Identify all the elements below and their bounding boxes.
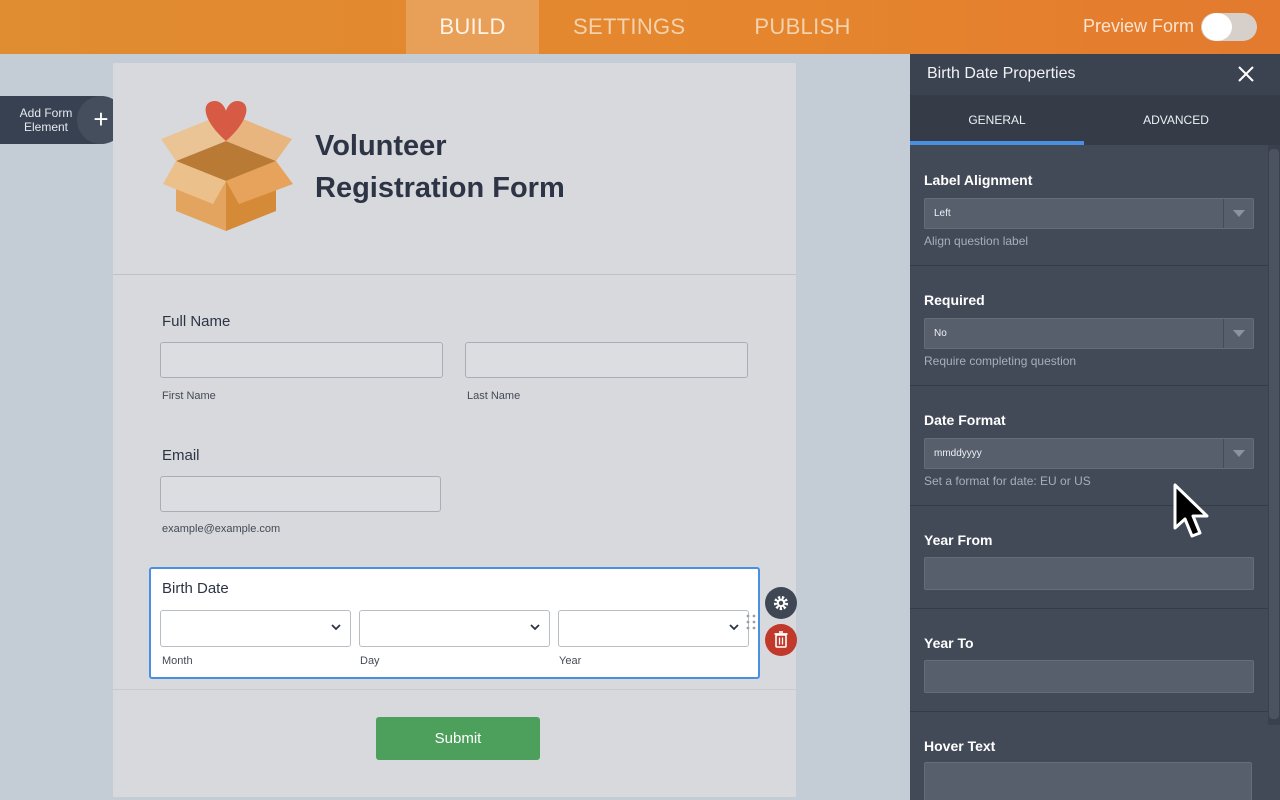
gear-icon — [773, 595, 789, 611]
form-title[interactable]: Volunteer Registration Form — [315, 125, 615, 209]
birth-date-field[interactable]: Birth Date Month Day Year — [149, 567, 760, 679]
delete-field-button[interactable] — [765, 624, 797, 656]
full-name-label: Full Name — [162, 313, 231, 330]
hover-text-label: Hover Text — [924, 738, 996, 754]
label-alignment-label: Label Alignment — [924, 172, 1033, 188]
first-name-input[interactable] — [160, 342, 443, 378]
year-to-section: Year To — [910, 609, 1268, 712]
form-canvas: Volunteer Registration Form Full Name Fi… — [113, 63, 797, 797]
panel-tabs: GENERAL ADVANCED — [910, 95, 1280, 145]
top-nav: BUILD SETTINGS PUBLISH — [406, 0, 851, 54]
email-input[interactable] — [160, 476, 441, 512]
hover-text-section: Hover Text — [910, 712, 1268, 800]
chevron-down-icon — [530, 624, 540, 631]
dropdown-arrow — [1223, 199, 1253, 228]
email-sublabel: example@example.com — [162, 523, 281, 535]
panel-header: Birth Date Properties — [910, 54, 1280, 95]
tab-publish[interactable]: PUBLISH — [754, 0, 850, 54]
year-from-label: Year From — [924, 532, 993, 548]
caret-down-icon — [1233, 210, 1245, 217]
dropdown-arrow — [1223, 319, 1253, 348]
top-bar: BUILD SETTINGS PUBLISH Preview Form — [0, 0, 1280, 54]
label-alignment-section: Label Alignment Left Align question labe… — [910, 145, 1268, 266]
year-to-label: Year To — [924, 635, 974, 651]
drag-handle-icon[interactable] — [745, 613, 757, 635]
last-name-input[interactable] — [465, 342, 748, 378]
date-format-label: Date Format — [924, 412, 1006, 428]
preview-form-label: Preview Form — [1083, 16, 1195, 36]
label-alignment-value: Left — [934, 208, 951, 219]
year-from-input[interactable] — [924, 557, 1254, 590]
trash-icon — [774, 631, 788, 648]
birth-date-label: Birth Date — [162, 580, 229, 597]
tab-settings[interactable]: SETTINGS — [573, 0, 685, 54]
caret-down-icon — [1233, 450, 1245, 457]
submit-button[interactable]: Submit — [376, 717, 540, 760]
month-select[interactable] — [160, 610, 351, 647]
close-icon[interactable] — [1237, 65, 1255, 83]
day-sublabel: Day — [360, 655, 380, 667]
required-help: Require completing question — [924, 354, 1077, 368]
form-header[interactable]: Volunteer Registration Form — [113, 63, 796, 275]
year-sublabel: Year — [559, 655, 582, 667]
preview-form-toggle[interactable] — [1201, 13, 1257, 41]
form-title-line-2: Registration Form — [315, 172, 565, 204]
dropdown-arrow — [1223, 439, 1253, 468]
label-alignment-help: Align question label — [924, 234, 1029, 248]
tab-advanced[interactable]: ADVANCED — [1084, 95, 1268, 145]
form-title-line-1: Volunteer — [315, 130, 447, 162]
last-name-sublabel: Last Name — [467, 390, 521, 402]
chevron-down-icon — [729, 624, 739, 631]
form-divider — [113, 689, 796, 690]
chevron-down-icon — [331, 624, 341, 631]
toggle-knob — [1202, 13, 1232, 41]
tab-build[interactable]: BUILD — [406, 0, 539, 54]
box-heart-logo-icon — [161, 101, 293, 231]
add-form-element-button[interactable]: Add Form Element + — [0, 96, 125, 144]
date-format-select[interactable]: mmddyyyy — [924, 438, 1254, 469]
field-settings-button[interactable] — [765, 587, 797, 619]
year-to-input[interactable] — [924, 660, 1254, 693]
first-name-sublabel: First Name — [162, 390, 216, 402]
tab-general[interactable]: GENERAL — [910, 95, 1084, 145]
label-alignment-select[interactable]: Left — [924, 198, 1254, 229]
panel-title: Birth Date Properties — [927, 65, 1076, 82]
properties-panel: Birth Date Properties GENERAL ADVANCED L… — [910, 54, 1280, 800]
date-format-value: mmddyyyy — [934, 448, 982, 459]
hover-text-input[interactable] — [924, 762, 1252, 800]
add-form-element-label: Add Form Element — [19, 106, 73, 134]
required-label: Required — [924, 292, 985, 308]
date-format-help: Set a format for date: EU or US — [924, 474, 1091, 488]
required-value: No — [934, 328, 947, 339]
month-sublabel: Month — [162, 655, 193, 667]
scrollbar-thumb[interactable] — [1269, 149, 1279, 719]
required-select[interactable]: No — [924, 318, 1254, 349]
day-select[interactable] — [359, 610, 550, 647]
email-label: Email — [162, 447, 200, 464]
required-section: Required No Require completing question — [910, 266, 1268, 386]
mouse-cursor-icon — [1173, 483, 1209, 538]
caret-down-icon — [1233, 330, 1245, 337]
year-select[interactable] — [558, 610, 749, 647]
